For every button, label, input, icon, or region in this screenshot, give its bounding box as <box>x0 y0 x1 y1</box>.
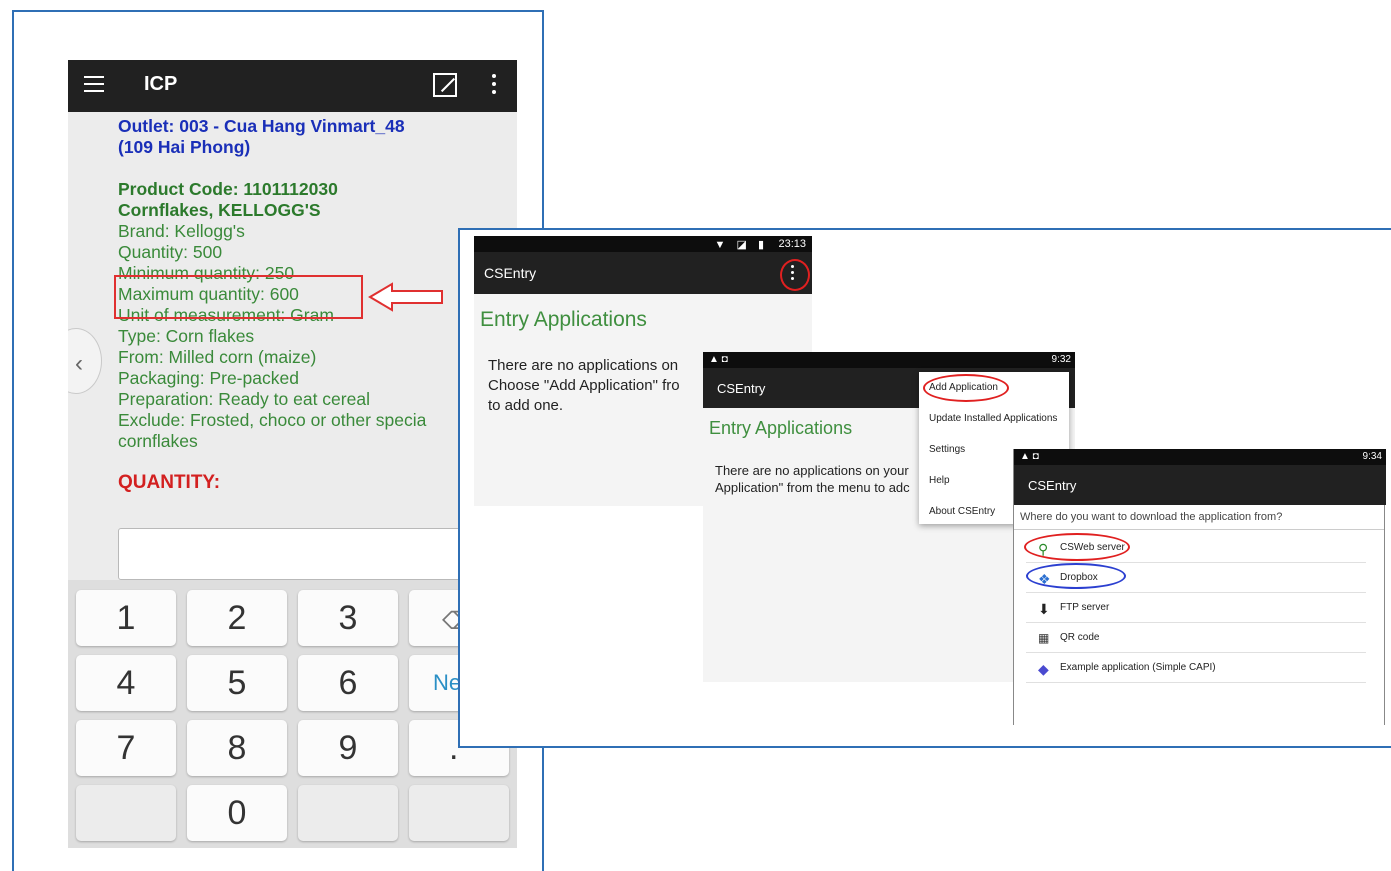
qr-code-icon: ▦ <box>1038 631 1050 645</box>
add-application-highlight-circle <box>923 374 1009 402</box>
app-title: CSEntry <box>717 381 766 396</box>
status-bar: ▲ ◘ 9:34 <box>1014 449 1386 465</box>
download-source-question: Where do you want to download the applic… <box>1020 511 1283 523</box>
key-3[interactable]: 3 <box>298 590 398 646</box>
icp-phone-screen: ICP ‹ Outlet: 003 - Cua Hang Vinmart_48 … <box>68 60 517 848</box>
dropbox-highlight-circle <box>1026 563 1126 589</box>
icp-app-bar: ICP <box>68 60 517 112</box>
status-time: 23:13 <box>778 238 806 250</box>
app-title: CSEntry <box>1028 478 1077 493</box>
status-icons: ▲ ◘ <box>1020 451 1039 462</box>
empty-message: There are no applications on Choose "Add… <box>488 356 680 416</box>
key-5[interactable]: 5 <box>187 655 287 711</box>
app-title: CSEntry <box>484 265 537 281</box>
blank-key <box>409 785 509 841</box>
empty-message-line: There are no applications on your <box>715 463 909 478</box>
previous-button[interactable]: ‹ <box>68 328 102 394</box>
status-bar: ▲ ◘ 9:32 <box>703 352 1075 368</box>
option-label: FTP server <box>1060 602 1110 613</box>
chevron-left-icon: ‹ <box>75 350 83 377</box>
option-label: QR code <box>1060 632 1100 643</box>
empty-message-line: There are no applications on <box>488 357 679 374</box>
key-4[interactable]: 4 <box>76 655 176 711</box>
key-8[interactable]: 8 <box>187 720 287 776</box>
status-time: 9:34 <box>1362 451 1382 462</box>
empty-message-line: Choose "Add Application" fro <box>488 377 680 394</box>
status-time: 9:32 <box>1051 354 1071 365</box>
csentry-screen-3: ▲ ◘ 9:34 CSEntry Where do you want to do… <box>1013 449 1386 725</box>
csweb-highlight-circle <box>1024 533 1130 561</box>
status-icons: ▲ ◘ <box>709 354 728 365</box>
entry-applications-heading: Entry Applications <box>709 418 853 438</box>
option-qr-code[interactable]: ▦ QR code <box>1026 623 1366 653</box>
option-label: Example application (Simple CAPI) <box>1060 662 1216 673</box>
edit-icon[interactable] <box>433 73 457 97</box>
key-2[interactable]: 2 <box>187 590 287 646</box>
empty-message-line: Application" from the menu to adc <box>715 480 910 495</box>
key-7[interactable]: 7 <box>76 720 176 776</box>
example-app-icon: ◆ <box>1038 661 1049 677</box>
option-ftp-server[interactable]: ⬇ FTP server <box>1026 593 1366 623</box>
key-1[interactable]: 1 <box>76 590 176 646</box>
divider <box>1014 529 1384 530</box>
arrow-left-icon <box>368 282 443 312</box>
numeric-keypad: 1 2 3 ⌫ 4 5 6 Ne 7 8 9 . 0 <box>68 580 517 848</box>
blank-key <box>76 785 176 841</box>
option-example-application[interactable]: ◆ Example application (Simple CAPI) <box>1026 653 1366 683</box>
empty-message: There are no applications on your Applic… <box>715 462 910 496</box>
blank-key <box>298 785 398 841</box>
empty-message-line: to add one. <box>488 397 564 414</box>
key-0[interactable]: 0 <box>187 785 287 841</box>
entry-applications-heading: Entry Applications <box>480 308 647 331</box>
right-frame: ▼ ◪ ▮ 23:13 CSEntry Entry Applications T… <box>458 228 1391 748</box>
overflow-menu-icon[interactable] <box>492 74 496 98</box>
app-bar: CSEntry <box>474 252 812 294</box>
status-icons: ▼ ◪ ▮ <box>714 239 768 251</box>
key-9[interactable]: 9 <box>298 720 398 776</box>
menu-item-update-installed[interactable]: Update Installed Applications <box>919 403 1069 434</box>
download-icon: ⬇ <box>1038 601 1050 617</box>
key-6[interactable]: 6 <box>298 655 398 711</box>
outlet-line-2: (109 Hai Phong) <box>118 137 251 157</box>
outlet-line-1: Outlet: 003 - Cua Hang Vinmart_48 <box>118 116 405 136</box>
product-name: Cornflakes, KELLOGG'S <box>118 200 321 220</box>
status-bar: ▼ ◪ ▮ 23:13 <box>474 236 812 252</box>
overflow-highlight-circle <box>780 259 810 291</box>
app-bar: CSEntry <box>1014 465 1386 505</box>
product-code: Product Code: 1101112030 <box>118 179 338 199</box>
menu-icon[interactable] <box>84 76 104 92</box>
app-title: ICP <box>144 73 178 95</box>
min-max-highlight-box <box>114 275 363 319</box>
